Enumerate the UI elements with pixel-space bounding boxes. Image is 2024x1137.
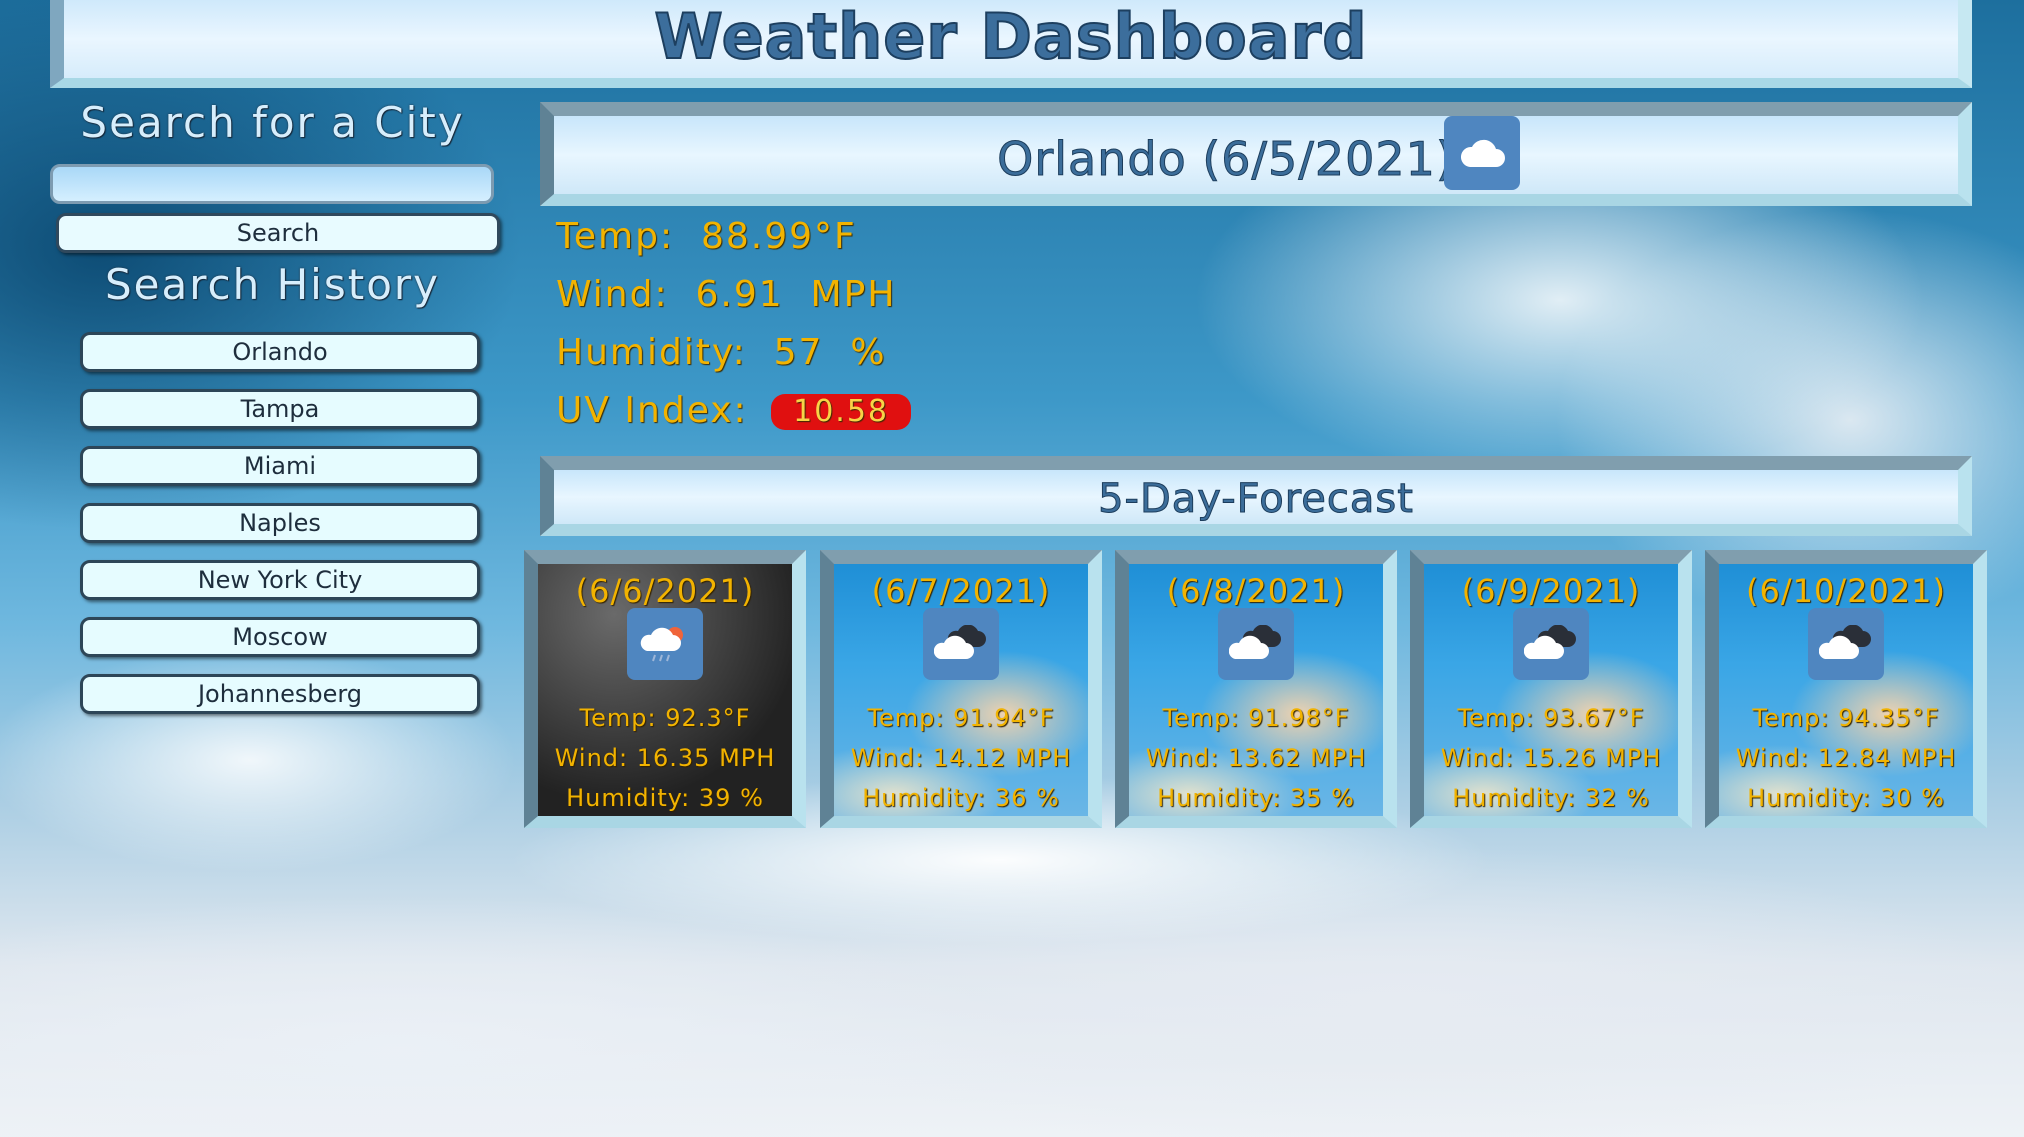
page-title: Weather Dashboard [653, 0, 1368, 74]
forecast-wind: Wind: 13.62 MPH [1145, 744, 1367, 772]
forecast-card: (6/9/2021) Temp: 93.67°F Wind: 15.26 MPH… [1410, 550, 1692, 828]
forecast-humidity: Humidity: 36 % [862, 784, 1060, 812]
clouds-icon [1218, 608, 1294, 680]
forecast-temp: Temp: 91.98°F [1162, 704, 1350, 732]
history-button-naples[interactable]: Naples [80, 503, 480, 543]
forecast-heading: 5-Day-Forecast [1098, 476, 1414, 523]
search-history-heading: Search History [104, 260, 441, 309]
forecast-card: (6/7/2021) Temp: 91.94°F Wind: 14.12 MPH… [820, 550, 1102, 828]
temp-value: 88.99 [700, 216, 815, 257]
forecast-header-panel: 5-Day-Forecast [540, 456, 1972, 536]
forecast-humidity: Humidity: 39 % [566, 784, 764, 812]
forecast-date: (6/6/2021) [575, 572, 755, 610]
current-humidity: Humidity: 57 % [556, 332, 887, 373]
forecast-temp: Temp: 93.67°F [1457, 704, 1645, 732]
clouds-icon [1513, 608, 1589, 680]
forecast-temp: Temp: 94.35°F [1752, 704, 1940, 732]
forecast-wind: Wind: 12.84 MPH [1735, 744, 1957, 772]
forecast-humidity: Humidity: 35 % [1157, 784, 1355, 812]
forecast-wind: Wind: 16.35 MPH [554, 744, 776, 772]
humidity-unit: % [850, 332, 887, 373]
rain-sun-icon [627, 608, 703, 680]
forecast-temp: Temp: 92.3°F [579, 704, 751, 732]
current-uv: UV Index: 10.58 [556, 390, 911, 431]
history-button-orlando[interactable]: Orlando [80, 332, 480, 372]
cloud-icon [1444, 116, 1520, 190]
current-city-date: Orlando (6/5/2021) [997, 132, 1455, 187]
forecast-card: (6/8/2021) Temp: 91.98°F Wind: 13.62 MPH… [1115, 550, 1397, 828]
forecast-humidity: Humidity: 30 % [1747, 784, 1945, 812]
forecast-date: (6/10/2021) [1745, 572, 1947, 610]
uv-index-badge: 10.58 [771, 394, 911, 430]
forecast-date: (6/8/2021) [1166, 572, 1346, 610]
history-button-moscow[interactable]: Moscow [80, 617, 480, 657]
forecast-date: (6/9/2021) [1461, 572, 1641, 610]
clouds-icon [1808, 608, 1884, 680]
wind-unit: MPH [810, 274, 897, 315]
humidity-value: 57 [773, 332, 824, 373]
forecast-wind: Wind: 14.12 MPH [850, 744, 1072, 772]
forecast-card: (6/6/2021) Temp: 92.3°F Wind: 16.35 MPH … [524, 550, 806, 828]
current-city-panel: Orlando (6/5/2021) [540, 102, 1972, 206]
history-button-new-york-city[interactable]: New York City [80, 560, 480, 600]
forecast-date: (6/7/2021) [871, 572, 1051, 610]
city-search-input[interactable] [50, 164, 494, 204]
uv-label: UV Index: [556, 390, 748, 431]
temp-unit: °F [814, 216, 857, 257]
title-bar: Weather Dashboard [50, 0, 1972, 88]
search-button[interactable]: Search [56, 213, 500, 253]
forecast-temp: Temp: 91.94°F [867, 704, 1055, 732]
history-button-tampa[interactable]: Tampa [80, 389, 480, 429]
forecast-wind: Wind: 15.26 MPH [1440, 744, 1662, 772]
temp-label: Temp: [556, 216, 675, 257]
history-button-miami[interactable]: Miami [80, 446, 480, 486]
search-heading: Search for a City [80, 98, 465, 147]
wind-label: Wind: [556, 274, 669, 315]
clouds-icon [923, 608, 999, 680]
humidity-label: Humidity: [556, 332, 747, 373]
current-temp: Temp: 88.99°F [556, 216, 857, 257]
current-wind: Wind: 6.91 MPH [556, 274, 896, 315]
wind-value: 6.91 [695, 274, 784, 315]
history-button-johannesberg[interactable]: Johannesberg [80, 674, 480, 714]
forecast-humidity: Humidity: 32 % [1452, 784, 1650, 812]
forecast-card: (6/10/2021) Temp: 94.35°F Wind: 12.84 MP… [1705, 550, 1987, 828]
